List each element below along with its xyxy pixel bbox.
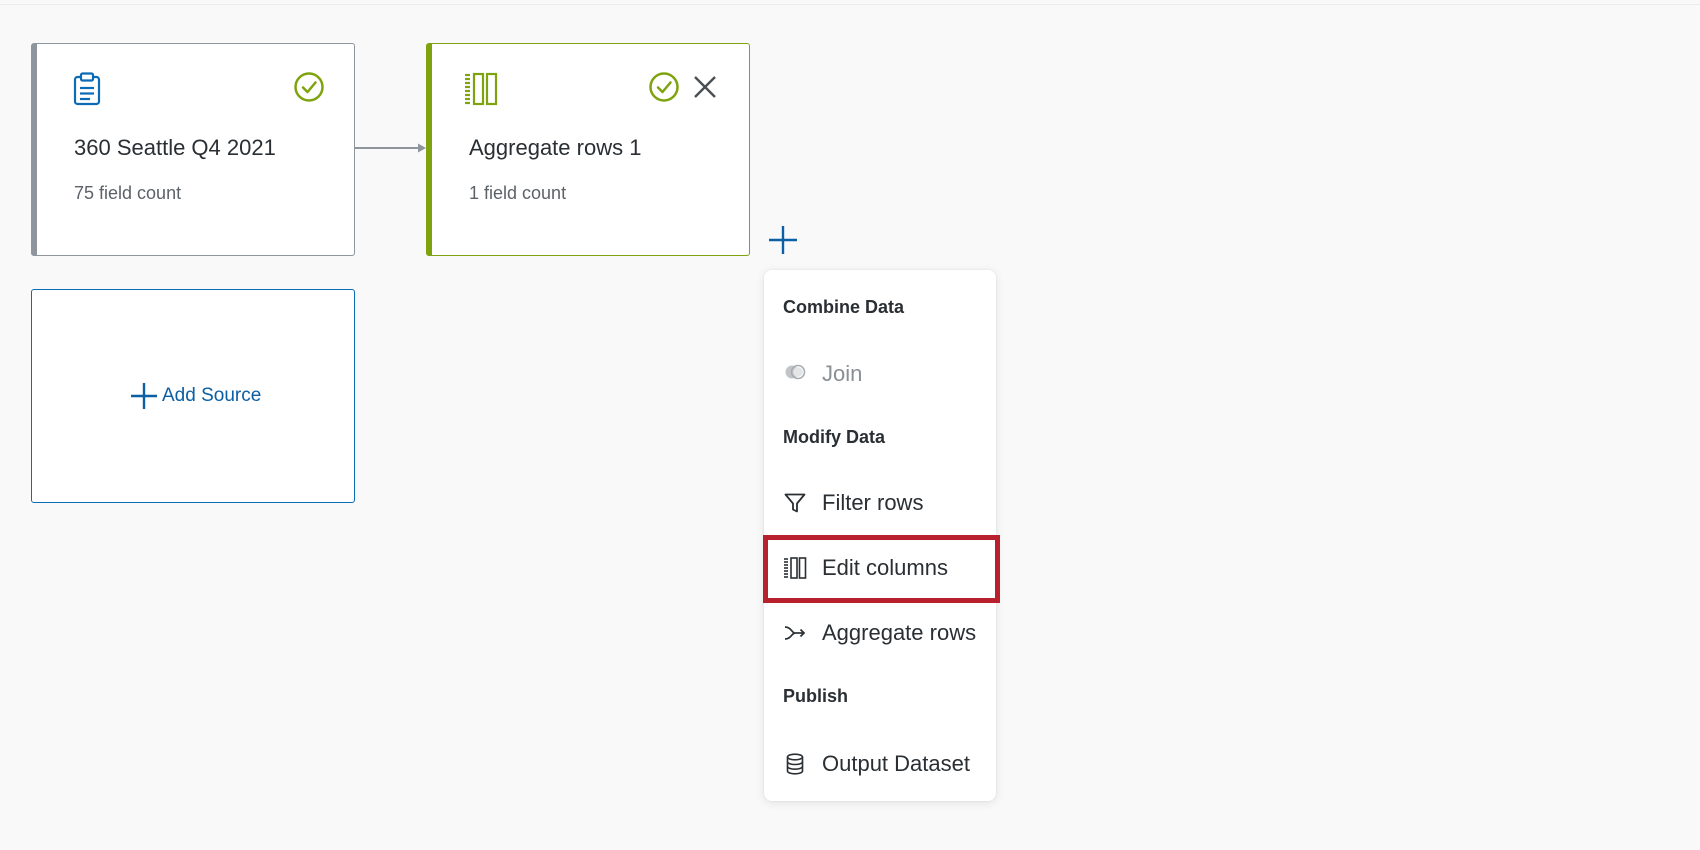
close-icon[interactable] bbox=[692, 74, 718, 100]
menu-section-combine-data: Combine Data bbox=[783, 297, 905, 317]
source-node[interactable]: 360 Seattle Q4 2021 75 field count bbox=[31, 43, 355, 256]
connector-arrow bbox=[355, 143, 426, 153]
join-icon bbox=[785, 364, 806, 380]
node-field-count: 1 field count bbox=[469, 183, 567, 203]
add-source-label: Add Source bbox=[162, 385, 262, 406]
menu-item-aggregate-rows[interactable]: Aggregate rows bbox=[764, 605, 996, 661]
menu-item-label: Filter rows bbox=[822, 490, 924, 515]
aggregate-icon bbox=[784, 626, 806, 640]
node-title: 360 Seattle Q4 2021 bbox=[74, 135, 276, 160]
menu-item-join: Join bbox=[764, 346, 996, 402]
menu-item-edit-columns[interactable]: Edit columns bbox=[764, 540, 996, 596]
menu-item-label: Output Dataset bbox=[822, 751, 970, 776]
node-field-count: 75 field count bbox=[74, 183, 182, 203]
check-circle-icon bbox=[649, 72, 679, 102]
database-icon bbox=[786, 753, 804, 775]
add-source-content: Add Source bbox=[130, 382, 261, 410]
plus-icon bbox=[131, 383, 157, 409]
menu-item-label: Aggregate rows bbox=[822, 620, 977, 645]
menu-section-publish: Publish bbox=[783, 686, 849, 706]
clipboard-icon bbox=[73, 72, 101, 106]
add-step-menu: Combine Data Join Modify Data Filter row… bbox=[764, 270, 996, 801]
menu-item-filter-rows[interactable]: Filter rows bbox=[764, 475, 996, 531]
columns-icon bbox=[465, 72, 498, 106]
add-step-plus-icon[interactable] bbox=[768, 225, 798, 255]
check-circle-icon bbox=[294, 72, 324, 102]
menu-section-modify-data: Modify Data bbox=[783, 427, 886, 447]
edit-columns-icon bbox=[784, 557, 807, 579]
menu-item-label: Edit columns bbox=[822, 555, 948, 580]
filter-icon bbox=[784, 493, 806, 513]
add-source-button[interactable]: Add Source bbox=[31, 289, 355, 503]
node-title: Aggregate rows 1 bbox=[469, 135, 642, 160]
aggregate-node[interactable]: Aggregate rows 1 1 field count bbox=[426, 43, 750, 256]
top-divider bbox=[0, 4, 1700, 5]
menu-item-output-dataset[interactable]: Output Dataset bbox=[764, 736, 996, 792]
menu-item-label: Join bbox=[822, 361, 863, 386]
